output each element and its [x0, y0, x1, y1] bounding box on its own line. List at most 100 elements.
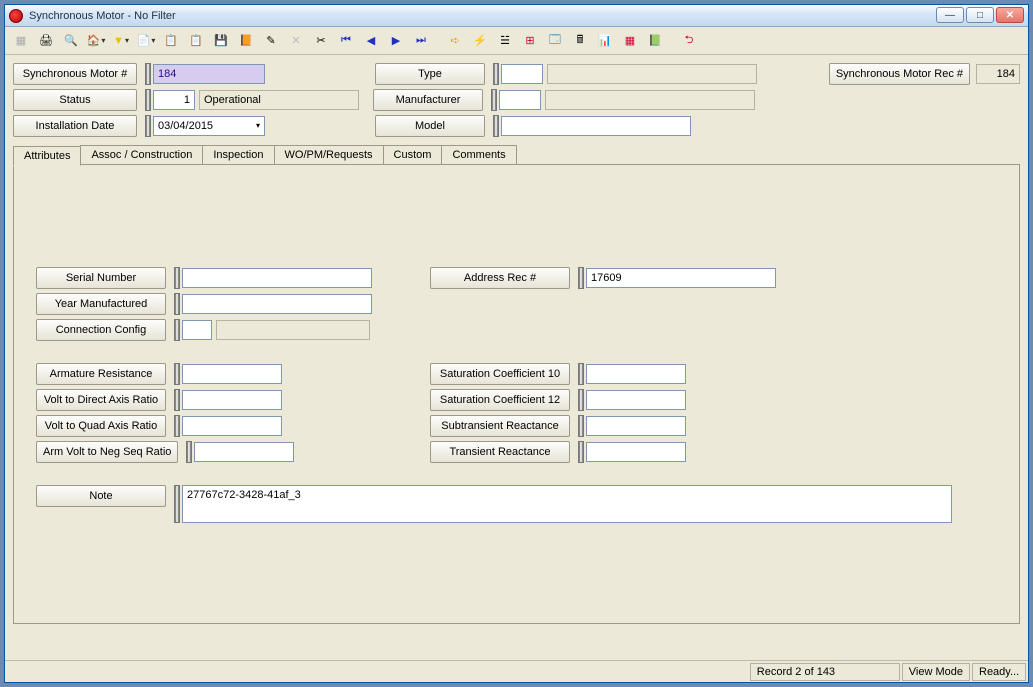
- volt-direct-axis-ratio-label: Volt to Direct Axis Ratio: [36, 389, 166, 411]
- manufacturer-code-field[interactable]: [499, 90, 541, 110]
- book-icon[interactable]: 📙: [234, 30, 258, 52]
- status-code-field[interactable]: 1: [153, 90, 195, 110]
- filter-icon[interactable]: ▼▾: [109, 30, 133, 52]
- home-icon[interactable]: 🏠▾: [84, 30, 108, 52]
- lightning-icon[interactable]: ⚡: [468, 30, 492, 52]
- separator-icon: [186, 441, 192, 463]
- document-icon[interactable]: 📄▾: [134, 30, 158, 52]
- saturation-coef-10-field[interactable]: [586, 364, 686, 384]
- arm-volt-neg-seq-ratio-label: Arm Volt to Neg Seq Ratio: [36, 441, 178, 463]
- sync-motor-num-label: Synchronous Motor #: [13, 63, 137, 85]
- install-date-value: 03/04/2015: [158, 118, 213, 134]
- separator-icon: [578, 389, 584, 411]
- separator-icon: [578, 441, 584, 463]
- copy-icon[interactable]: 📋: [159, 30, 183, 52]
- first-record-icon[interactable]: ⏮: [334, 30, 358, 52]
- edit-icon[interactable]: ✎: [259, 30, 283, 52]
- save-icon[interactable]: 💾: [209, 30, 233, 52]
- volt-quad-axis-ratio-field[interactable]: [182, 416, 282, 436]
- chart-icon[interactable]: 📊: [593, 30, 617, 52]
- tree-icon[interactable]: ⊞: [518, 30, 542, 52]
- maximize-button[interactable]: □: [966, 7, 994, 23]
- separator-icon: [491, 89, 497, 111]
- toolbar: ▦ 🖨 🔍 🏠▾ ▼▾ 📄▾ 📋 📋 💾 📙 ✎ ✕ ✂ ⏮ ◀ ▶ ⏭ ➪ ⚡…: [5, 27, 1028, 55]
- note-label: Note: [36, 485, 166, 507]
- separator-icon: [174, 389, 180, 411]
- armature-resistance-label: Armature Resistance: [36, 363, 166, 385]
- rec-num-label: Synchronous Motor Rec #: [829, 63, 970, 85]
- rec-num-field: 184: [976, 64, 1020, 84]
- separator-icon: [174, 267, 180, 289]
- install-date-field[interactable]: 03/04/2015 ▾: [153, 116, 265, 136]
- tab-assoc-construction[interactable]: Assoc / Construction: [80, 145, 203, 165]
- address-rec-field[interactable]: 17609: [586, 268, 776, 288]
- type-label: Type: [375, 63, 485, 85]
- view-mode: View Mode: [902, 663, 970, 681]
- note-field[interactable]: [182, 485, 952, 523]
- separator-icon: [493, 115, 499, 137]
- separator-icon: [174, 319, 180, 341]
- year-manufactured-field[interactable]: [182, 294, 372, 314]
- saturation-coef-10-label: Saturation Coefficient 10: [430, 363, 570, 385]
- tab-comments[interactable]: Comments: [441, 145, 516, 165]
- properties-icon[interactable]: ☱: [493, 30, 517, 52]
- sync-motor-num-field[interactable]: 184: [153, 64, 265, 84]
- connection-config-label: Connection Config: [36, 319, 166, 341]
- arm-volt-neg-seq-ratio-field[interactable]: [194, 442, 294, 462]
- separator-icon: [578, 415, 584, 437]
- volt-quad-axis-ratio-label: Volt to Quad Axis Ratio: [36, 415, 166, 437]
- tab-attributes[interactable]: Attributes: [13, 146, 81, 166]
- model-field[interactable]: [501, 116, 691, 136]
- saturation-coef-12-field[interactable]: [586, 390, 686, 410]
- calendar-dropdown-icon[interactable]: ▾: [256, 118, 260, 134]
- minimize-button[interactable]: —: [936, 7, 964, 23]
- prev-record-icon[interactable]: ◀: [359, 30, 383, 52]
- type-text-field: [547, 64, 757, 84]
- print-icon[interactable]: 🖨: [34, 30, 58, 52]
- grid-icon[interactable]: ▦: [9, 30, 33, 52]
- calculator-icon[interactable]: 🖩: [568, 30, 592, 52]
- separator-icon: [174, 293, 180, 315]
- separator-icon: [174, 415, 180, 437]
- separator-icon: [578, 267, 584, 289]
- year-manufactured-label: Year Manufactured: [36, 293, 166, 315]
- tab-custom[interactable]: Custom: [383, 145, 443, 165]
- table-icon[interactable]: ▦: [618, 30, 642, 52]
- type-code-field[interactable]: [501, 64, 543, 84]
- clipboard-icon[interactable]: 📋: [184, 30, 208, 52]
- exit-icon[interactable]: ⮌: [677, 30, 701, 52]
- address-rec-label: Address Rec #: [430, 267, 570, 289]
- saturation-coef-12-label: Saturation Coefficient 12: [430, 389, 570, 411]
- window-title: Synchronous Motor - No Filter: [29, 10, 176, 22]
- transient-reactance-label: Transient Reactance: [430, 441, 570, 463]
- next-record-icon[interactable]: ▶: [384, 30, 408, 52]
- manufacturer-text-field: [545, 90, 755, 110]
- connection-config-code-field[interactable]: [182, 320, 212, 340]
- armature-resistance-field[interactable]: [182, 364, 282, 384]
- close-button[interactable]: ✕: [996, 7, 1024, 23]
- serial-number-field[interactable]: [182, 268, 372, 288]
- tab-wo-pm-requests[interactable]: WO/PM/Requests: [274, 145, 384, 165]
- volt-direct-axis-ratio-field[interactable]: [182, 390, 282, 410]
- separator-icon: [145, 89, 151, 111]
- delete-icon[interactable]: ✕: [284, 30, 308, 52]
- print-preview-icon[interactable]: 🔍: [59, 30, 83, 52]
- window-icon[interactable]: 🗔: [543, 30, 567, 52]
- cut-icon[interactable]: ✂: [309, 30, 333, 52]
- separator-icon: [493, 63, 499, 85]
- title-bar: Synchronous Motor - No Filter — □ ✕: [5, 5, 1028, 27]
- help-book-icon[interactable]: 📗: [643, 30, 667, 52]
- tab-inspection[interactable]: Inspection: [202, 145, 274, 165]
- separator-icon: [145, 63, 151, 85]
- transient-reactance-field[interactable]: [586, 442, 686, 462]
- separator-icon: [578, 363, 584, 385]
- ready-indicator: Ready...: [972, 663, 1026, 681]
- last-record-icon[interactable]: ⏭: [409, 30, 433, 52]
- subtransient-reactance-field[interactable]: [586, 416, 686, 436]
- goto-icon[interactable]: ➪: [443, 30, 467, 52]
- record-position: Record 2 of 143: [750, 663, 900, 681]
- subtransient-reactance-label: Subtransient Reactance: [430, 415, 570, 437]
- status-text-field: Operational: [199, 90, 359, 110]
- connection-config-text-field: [216, 320, 370, 340]
- separator-icon: [145, 115, 151, 137]
